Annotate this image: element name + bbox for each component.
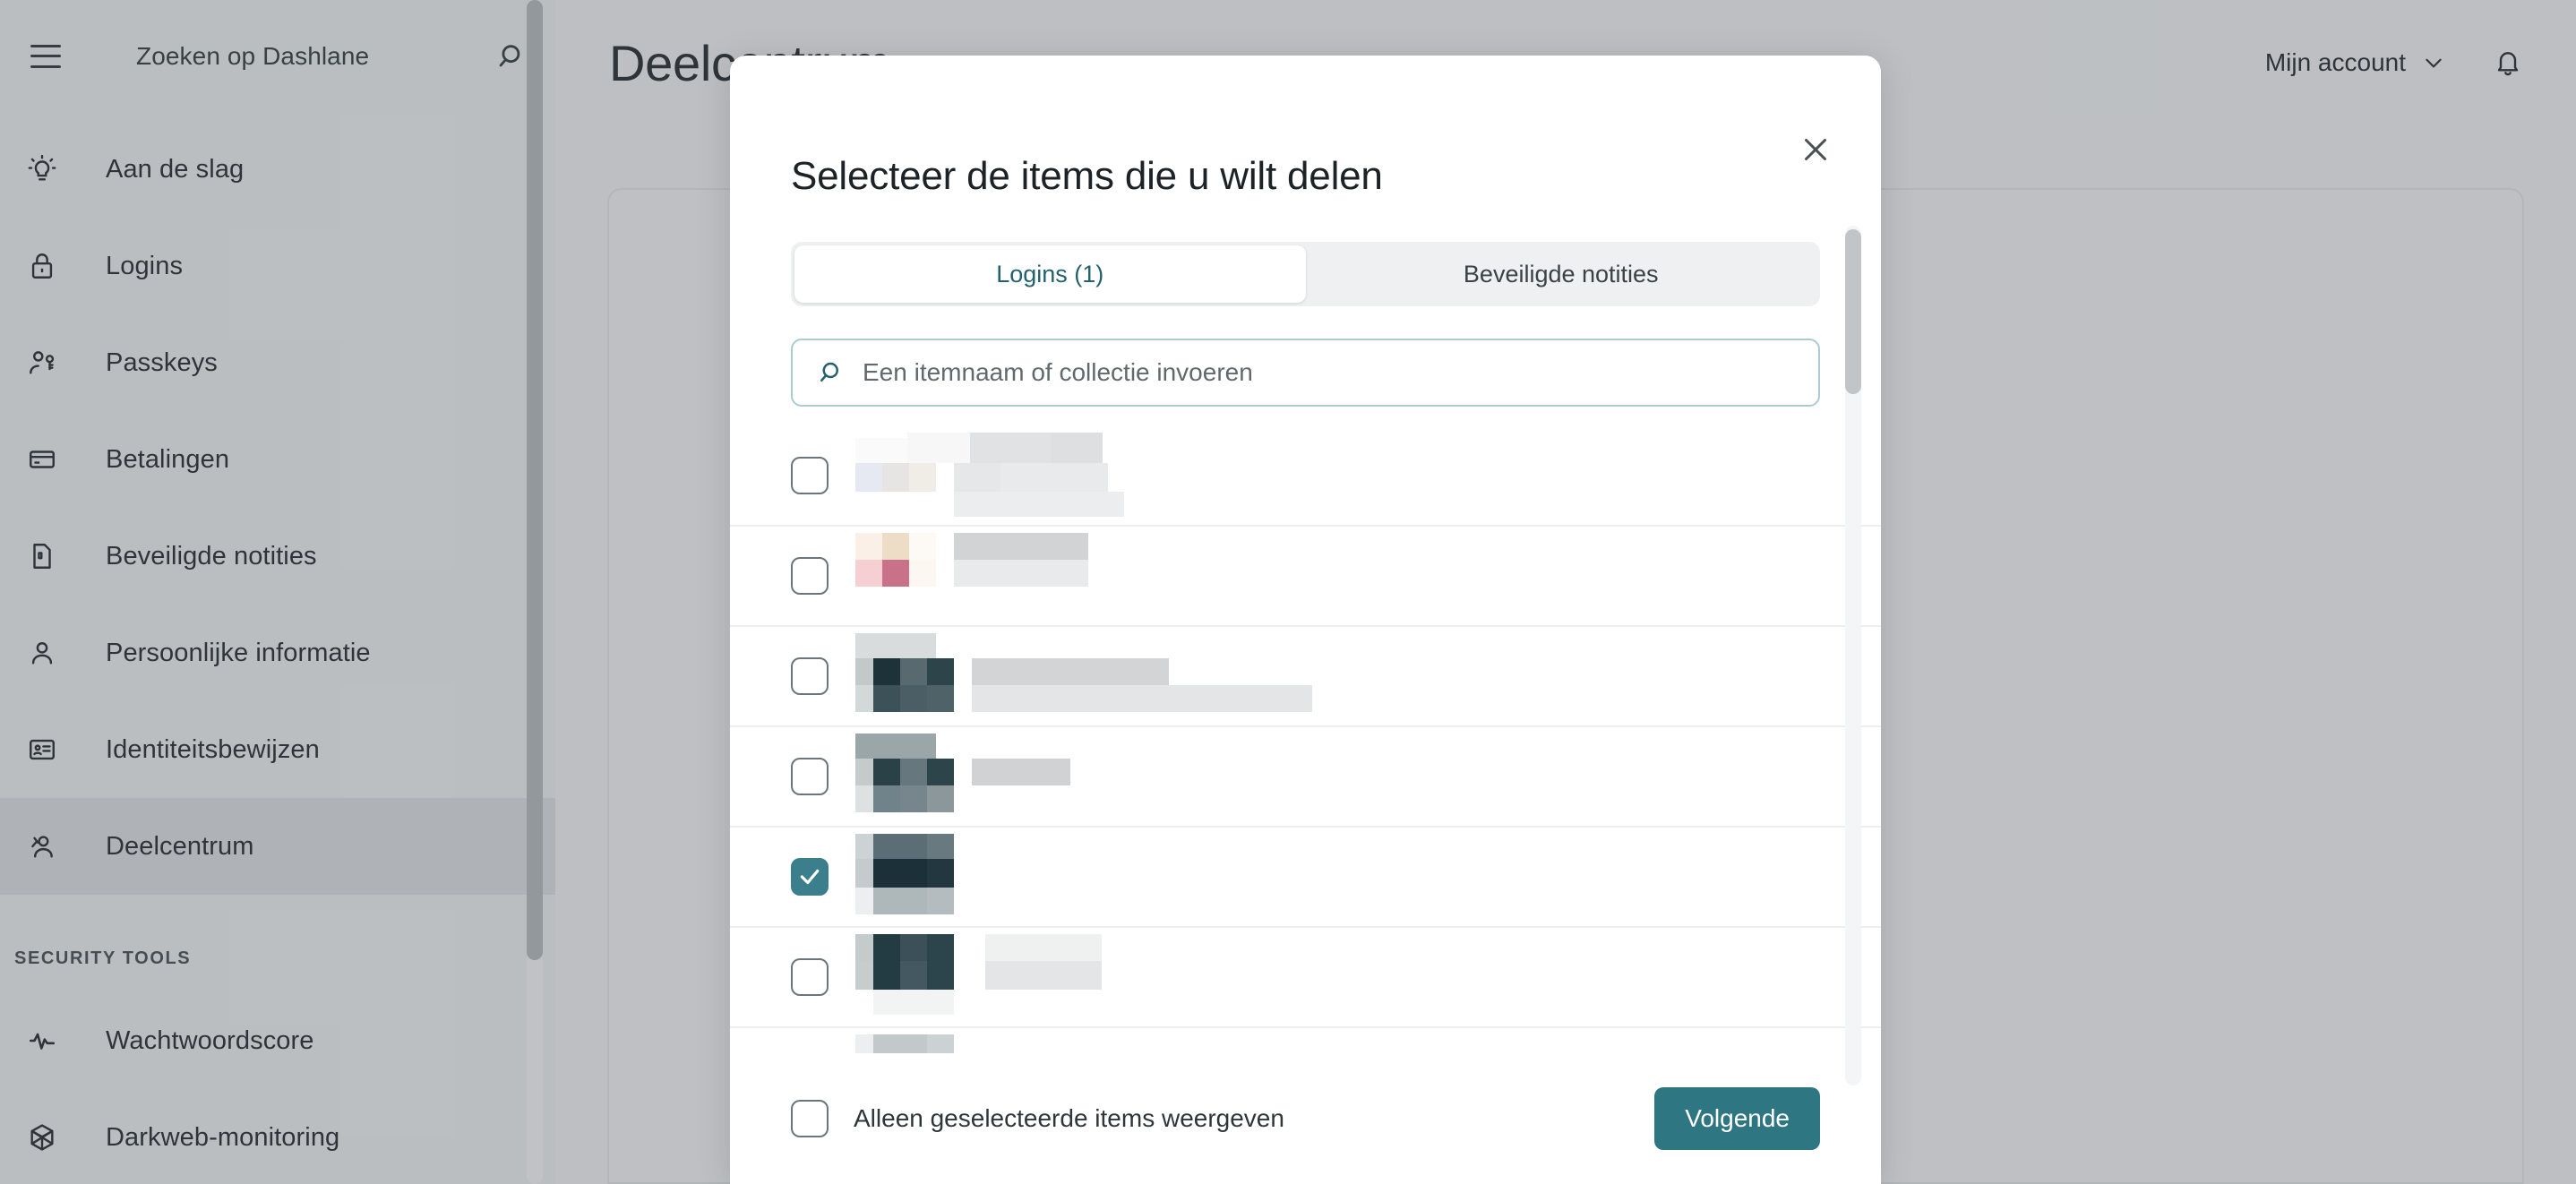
items-list-container (730, 426, 1881, 1053)
table-row[interactable] (730, 928, 1881, 1028)
redacted-item-content (855, 934, 1881, 1020)
modal-search-box[interactable] (791, 339, 1820, 407)
item-checkbox[interactable] (791, 858, 829, 896)
table-row[interactable] (730, 828, 1881, 928)
tab-logins[interactable]: Logins (1) (794, 245, 1306, 303)
item-checkbox[interactable] (791, 457, 829, 494)
item-checkbox[interactable] (791, 657, 829, 695)
table-row[interactable] (730, 527, 1881, 627)
search-icon (816, 359, 843, 386)
show-selected-only-toggle[interactable]: Alleen geselecteerde items weergeven (791, 1100, 1284, 1137)
select-items-modal: Selecteer de items die u wilt delen Logi… (730, 56, 1881, 1184)
redacted-item-content (855, 1034, 1881, 1053)
screen: Zoeken op Dashlane Aan de slag Logins Pa… (0, 0, 2576, 1184)
items-list (730, 426, 1881, 1053)
table-row[interactable] (730, 627, 1881, 727)
tab-beveiligde-notities[interactable]: Beveiligde notities (1306, 245, 1817, 303)
redacted-item-content (855, 633, 1881, 719)
next-button[interactable]: Volgende (1654, 1087, 1820, 1150)
show-selected-only-checkbox[interactable] (791, 1100, 829, 1137)
redacted-item-content (855, 533, 1881, 619)
redacted-item-content (855, 834, 1881, 920)
table-row[interactable] (730, 727, 1881, 828)
modal-title: Selecteer de items die u wilt delen (791, 154, 1383, 198)
item-checkbox[interactable] (791, 958, 829, 996)
search-input[interactable] (863, 358, 1795, 387)
modal-tabs: Logins (1) Beveiligde notities (791, 242, 1820, 306)
redacted-item-content (855, 433, 1881, 519)
item-checkbox[interactable] (791, 758, 829, 795)
table-row[interactable] (730, 1028, 1881, 1053)
table-row[interactable] (730, 426, 1881, 527)
modal-footer: Alleen geselecteerde items weergeven Vol… (730, 1053, 1881, 1184)
redacted-item-content (855, 734, 1881, 819)
item-checkbox[interactable] (791, 557, 829, 595)
close-icon[interactable] (1795, 129, 1836, 170)
show-selected-only-label: Alleen geselecteerde items weergeven (854, 1104, 1284, 1132)
modal-scrollbar-thumb[interactable] (1845, 229, 1861, 394)
